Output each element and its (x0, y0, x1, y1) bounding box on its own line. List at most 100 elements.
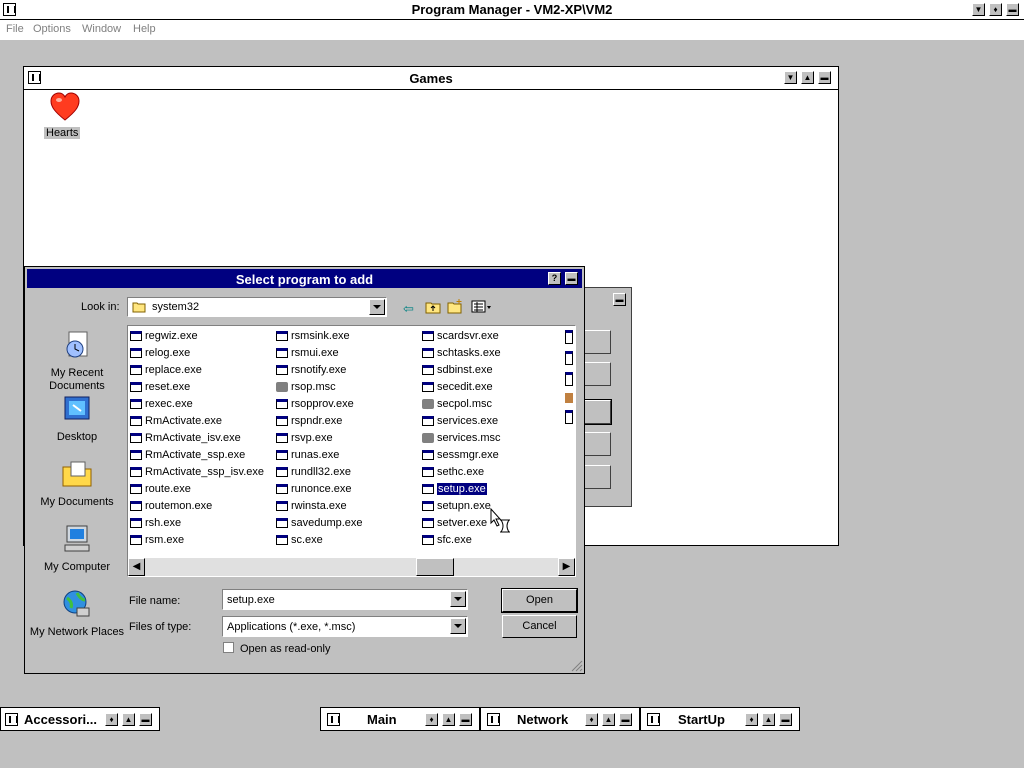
file-item[interactable]: replace.exe (130, 362, 202, 378)
menu-options[interactable]: Options (33, 23, 71, 35)
file-type-dropdown-arrow-icon[interactable] (450, 618, 466, 634)
scroll-left-icon[interactable]: ◀ (128, 558, 145, 576)
file-item[interactable]: sethc.exe (422, 464, 484, 480)
file-item[interactable]: sfc.exe (422, 532, 472, 548)
places-recent-documents[interactable]: My Recent Documents (27, 329, 127, 393)
read-only-checkbox[interactable] (223, 642, 234, 653)
file-item[interactable]: sc.exe (276, 532, 323, 548)
file-item[interactable]: rsnotify.exe (276, 362, 346, 378)
file-list[interactable]: regwiz.exe relog.exe replace.exe reset.exe r… (127, 325, 576, 577)
games-title-bar[interactable]: Games ▼ ▲ ▬ (24, 67, 838, 90)
menu-window[interactable]: Window (82, 23, 121, 35)
help-button[interactable]: ? (548, 272, 561, 285)
games-maximize-button[interactable]: ▲ (801, 71, 814, 84)
file-item[interactable]: RmActivate_ssp_isv.exe (130, 464, 264, 480)
scrollbar-thumb[interactable] (416, 558, 454, 576)
group-network[interactable]: Network ♦ ▲ ▬ (480, 707, 640, 731)
file-item[interactable]: sdbinst.exe (422, 362, 493, 378)
games-minimize-button[interactable]: ▼ (784, 71, 797, 84)
file-item[interactable]: savedump.exe (276, 515, 363, 531)
group-maximize-button[interactable]: ▲ (762, 713, 775, 726)
hearts-program-item[interactable]: Hearts (42, 91, 88, 143)
file-item[interactable]: rsopprov.exe (276, 396, 354, 412)
file-item[interactable]: schtasks.exe (422, 345, 501, 361)
file-item[interactable]: secedit.exe (422, 379, 493, 395)
file-item[interactable]: regwiz.exe (130, 328, 198, 344)
program-manager-title-bar[interactable]: Program Manager - VM2-XP\VM2 ▼ ♦ ▬ (0, 0, 1024, 20)
back-arrow-icon[interactable]: ⇦ (403, 301, 414, 317)
file-name-combobox[interactable]: setup.exe (222, 589, 468, 610)
horizontal-scrollbar[interactable]: ◀ ▶ (128, 558, 575, 576)
group-close-button[interactable]: ▬ (779, 713, 792, 726)
file-item[interactable]: relog.exe (130, 345, 190, 361)
file-item[interactable]: RmActivate.exe (130, 413, 222, 429)
background-dialog-button[interactable] (581, 362, 611, 386)
group-maximize-button[interactable]: ▲ (122, 713, 135, 726)
group-maximize-button[interactable]: ▲ (602, 713, 615, 726)
group-close-button[interactable]: ▬ (459, 713, 472, 726)
games-close-button[interactable]: ▬ (818, 71, 831, 84)
resize-grip-icon[interactable] (571, 660, 583, 672)
up-folder-icon[interactable] (425, 300, 441, 314)
background-dialog-button[interactable] (581, 432, 611, 456)
background-dialog-button[interactable] (581, 330, 611, 354)
file-item[interactable]: rexec.exe (130, 396, 193, 412)
places-my-network[interactable]: My Network Places (27, 588, 127, 639)
file-item[interactable]: setver.exe (422, 515, 487, 531)
look-in-dropdown-arrow-icon[interactable] (369, 299, 385, 315)
file-item[interactable]: setupn.exe (422, 498, 491, 514)
file-type-select[interactable]: Applications (*.exe, *.msc) (222, 616, 468, 637)
group-restore-button[interactable]: ♦ (425, 713, 438, 726)
file-item[interactable]: secpol.msc (422, 396, 492, 412)
file-item[interactable]: RmActivate_ssp.exe (130, 447, 245, 463)
file-item[interactable]: rundll32.exe (276, 464, 351, 480)
menu-file[interactable]: File (6, 23, 24, 35)
view-menu-icon[interactable] (471, 300, 493, 314)
cancel-button[interactable]: Cancel (502, 615, 577, 638)
file-item[interactable]: services.msc (422, 430, 501, 446)
minimize-button[interactable]: ▼ (972, 3, 985, 16)
file-item[interactable]: rsmui.exe (276, 345, 339, 361)
scroll-right-icon[interactable]: ▶ (558, 558, 575, 576)
file-item[interactable]: rsh.exe (130, 515, 181, 531)
group-maximize-button[interactable]: ▲ (442, 713, 455, 726)
places-my-documents[interactable]: My Documents (27, 458, 127, 509)
group-restore-button[interactable]: ♦ (105, 713, 118, 726)
file-item[interactable]: RmActivate_isv.exe (130, 430, 241, 446)
file-item[interactable]: rsm.exe (130, 532, 184, 548)
group-main[interactable]: Main ♦ ▲ ▬ (320, 707, 480, 731)
places-my-computer[interactable]: My Computer (27, 523, 127, 574)
file-item[interactable]: setup.exe (422, 481, 487, 497)
file-item[interactable]: reset.exe (130, 379, 190, 395)
background-dialog-button[interactable] (581, 465, 611, 489)
restore-button[interactable]: ♦ (989, 3, 1002, 16)
dialog-close-button[interactable]: ▬ (565, 272, 578, 285)
background-dialog-close-button[interactable]: ▬ (613, 293, 626, 306)
file-item[interactable]: routemon.exe (130, 498, 212, 514)
file-item[interactable]: rsop.msc (276, 379, 336, 395)
file-item[interactable]: rwinsta.exe (276, 498, 347, 514)
file-item[interactable]: rspndr.exe (276, 413, 342, 429)
group-close-button[interactable]: ▬ (139, 713, 152, 726)
file-item[interactable]: rsmsink.exe (276, 328, 350, 344)
dialog-title-bar[interactable]: Select program to add ? ▬ (27, 269, 582, 288)
file-item[interactable]: route.exe (130, 481, 191, 497)
group-accessories[interactable]: Accessori... ♦ ▲ ▬ (0, 707, 160, 731)
menu-help[interactable]: Help (133, 23, 156, 35)
places-desktop[interactable]: Desktop (27, 393, 127, 444)
file-name-dropdown-arrow-icon[interactable] (450, 591, 466, 607)
open-button[interactable]: Open (501, 588, 578, 613)
file-item[interactable]: services.exe (422, 413, 498, 429)
look-in-dropdown[interactable]: system32 (127, 297, 387, 317)
file-item[interactable]: runas.exe (276, 447, 339, 463)
group-restore-button[interactable]: ♦ (585, 713, 598, 726)
group-close-button[interactable]: ▬ (619, 713, 632, 726)
background-dialog-button[interactable] (580, 399, 612, 425)
group-startup[interactable]: StartUp ♦ ▲ ▬ (640, 707, 800, 731)
file-item[interactable]: runonce.exe (276, 481, 352, 497)
file-item[interactable]: scardsvr.exe (422, 328, 499, 344)
file-item[interactable]: rsvp.exe (276, 430, 333, 446)
group-restore-button[interactable]: ♦ (745, 713, 758, 726)
new-folder-icon[interactable] (447, 298, 463, 314)
file-item[interactable]: sessmgr.exe (422, 447, 499, 463)
